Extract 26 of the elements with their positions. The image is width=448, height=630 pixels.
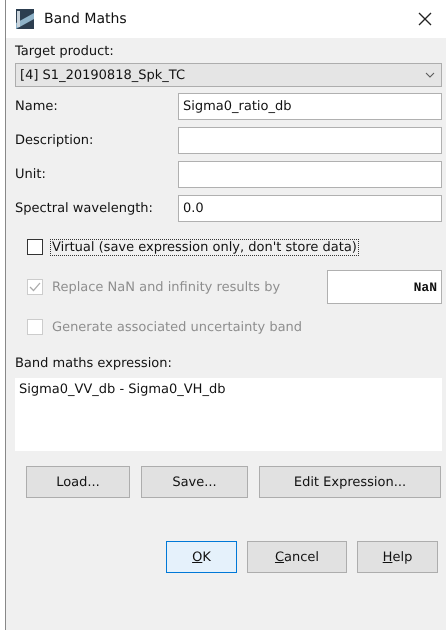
button[interactable]: Cancel [247,541,347,573]
button[interactable]: OK [166,541,237,573]
app-logo-icon [16,9,34,29]
window-title: Band Maths [44,11,128,27]
checkbox-label: Generate associated uncertainty band [51,318,304,336]
product-dropdown[interactable]: [4] S1_20190818_Spk_TC [15,63,442,87]
field-label: Spectral wavelength: [15,201,154,216]
text-field[interactable] [178,161,442,188]
button[interactable]: Load... [26,466,130,498]
text-field[interactable] [178,127,442,154]
close-icon[interactable] [418,12,432,26]
chevron-icon [425,72,435,78]
field-label: Unit: [15,167,47,182]
button[interactable]: Edit Expression... [259,466,441,498]
checkbox-label: Replace NaN and infinity results by [51,278,282,296]
text-field[interactable]: Sigma0_ratio_db [178,93,442,120]
button[interactable]: Help [357,541,438,573]
checkbox[interactable] [27,239,43,255]
checkbox-label: Virtual (save expression only, don't store data) [50,238,359,256]
expression-field[interactable]: Sigma0_VV_db - Sigma0_VH_db [15,378,442,451]
field-label: Description: [15,133,94,148]
text-field[interactable]: 0.0 [178,195,442,222]
field-label: Name: [15,99,59,114]
button[interactable]: Save... [141,466,248,498]
field-label: Band maths expression: [15,355,173,373]
field-label: Target product: [15,43,115,61]
